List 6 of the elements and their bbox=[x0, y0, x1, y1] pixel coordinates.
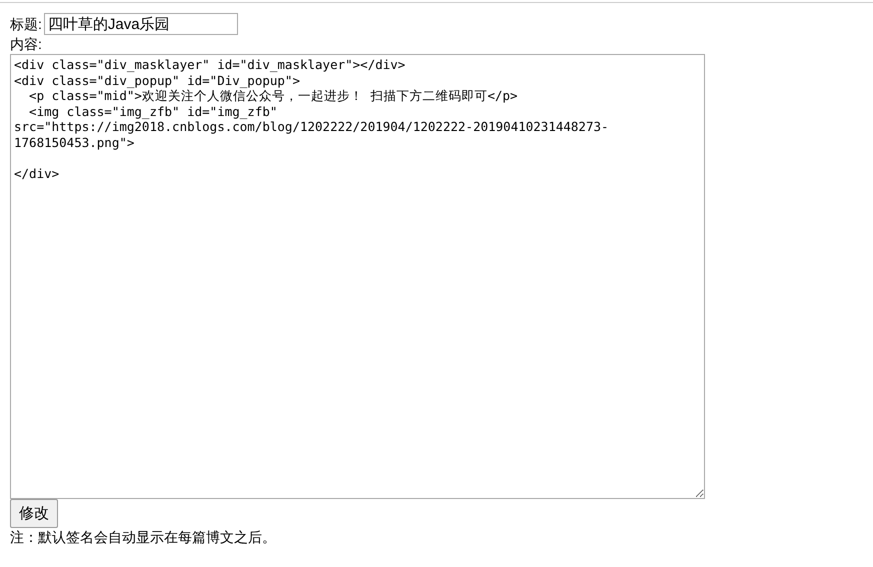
title-label: 标题: bbox=[10, 14, 42, 34]
content-label: 内容: bbox=[10, 35, 43, 54]
content-text-area[interactable]: <div class="div_masklayer" id="div_masklayer"></div> <div class="div_popup" id="Div_popup"> <p class="mid">欢迎关注个人微信公众号，一起进步！ 扫描下方二维码即可</p> <img class="img_zfb" id="img_zfb" src="https://img2018.cnblogs.com/blog/1202222/201904/1202222-20190410231448273- 1768150453.png"> </div> bbox=[10, 54, 705, 499]
note-text: 注：默认签名会自动显示在每篇博文之后。 bbox=[10, 528, 277, 547]
title-input-field[interactable]: 四叶草的Java乐园 bbox=[44, 13, 238, 35]
submit-button[interactable]: 修改 bbox=[10, 499, 58, 528]
